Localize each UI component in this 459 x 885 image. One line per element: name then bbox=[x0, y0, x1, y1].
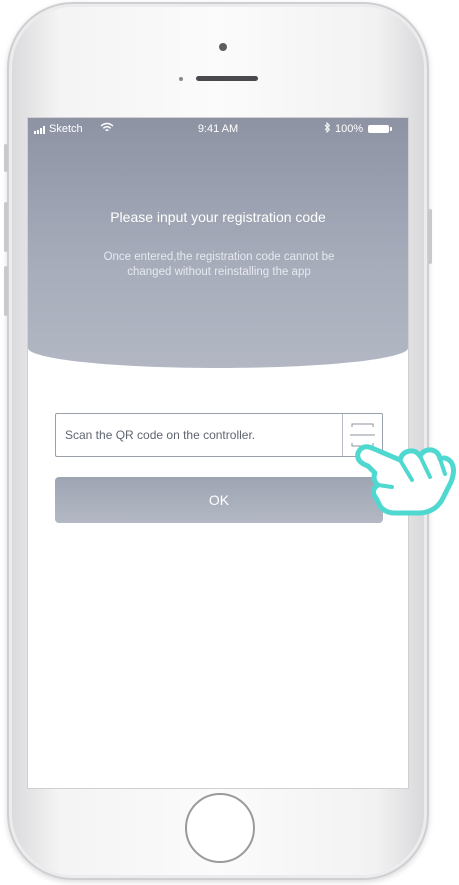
ok-button-label: OK bbox=[208, 492, 230, 508]
mute-switch bbox=[4, 144, 8, 172]
volume-down-button bbox=[4, 266, 8, 316]
registration-code-field[interactable]: Scan the QR code on the controller. bbox=[55, 413, 383, 457]
ok-button[interactable]: OK bbox=[55, 477, 383, 523]
page-title: Please input your registration code bbox=[110, 209, 326, 225]
header-banner: Sketch 9:41 AM 100% Please input your re… bbox=[28, 118, 408, 368]
home-button[interactable] bbox=[185, 793, 255, 863]
power-button bbox=[428, 209, 432, 264]
pointing-hand-icon bbox=[350, 440, 459, 522]
status-bar: Sketch 9:41 AM 100% bbox=[28, 118, 408, 142]
front-camera bbox=[219, 43, 227, 51]
bluetooth-icon bbox=[324, 121, 331, 136]
proximity-sensor bbox=[179, 77, 183, 81]
volume-up-button bbox=[4, 202, 8, 252]
battery-percent: 100% bbox=[335, 123, 364, 135]
earpiece-speaker bbox=[196, 76, 258, 81]
registration-code-value: Scan the QR code on the controller. bbox=[65, 428, 256, 442]
page-subtitle: Once entered,the registration code canno… bbox=[103, 251, 335, 278]
battery-icon bbox=[368, 125, 392, 133]
